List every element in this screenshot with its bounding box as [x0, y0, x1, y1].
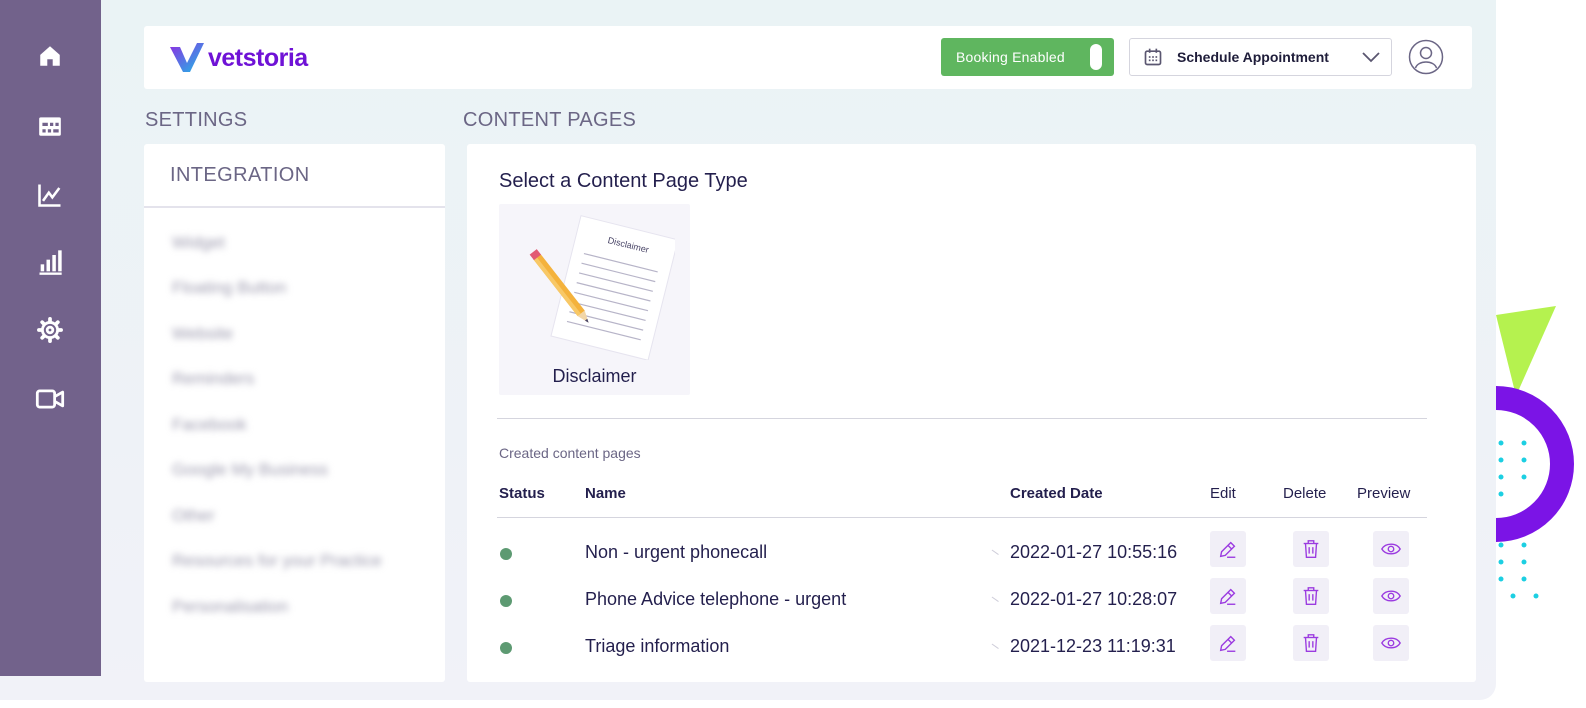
- column-header-created-date: Created Date: [1010, 485, 1103, 502]
- status-dot: [500, 642, 512, 654]
- pencil-icon: [1219, 635, 1236, 652]
- schedule-appointment-dropdown[interactable]: Schedule Appointment: [1129, 38, 1392, 76]
- table-header-divider: [497, 517, 1427, 518]
- select-content-type-title: Select a Content Page Type: [499, 170, 748, 192]
- settings-item[interactable]: Other: [172, 506, 215, 525]
- schedule-appointment-label: Schedule Appointment: [1177, 49, 1329, 65]
- created-pages-label: Created content pages: [499, 445, 641, 461]
- nav-item-video[interactable]: [34, 383, 66, 415]
- nav-item-analytics[interactable]: [34, 179, 66, 211]
- resize-mark: [991, 637, 1004, 649]
- trash-icon: [1303, 540, 1319, 558]
- pencil-icon: [1219, 541, 1236, 558]
- column-header-name: Name: [585, 485, 626, 502]
- eye-icon: [1381, 637, 1401, 649]
- row-name: Non - urgent phonecall: [585, 542, 768, 562]
- edit-button[interactable]: [1210, 531, 1246, 567]
- main-nav: [0, 0, 101, 676]
- table-row: Triage information 2021-12-23 11:19:31: [497, 625, 1427, 671]
- column-header-preview: Preview: [1357, 485, 1411, 502]
- settings-item[interactable]: Personalisation: [172, 597, 288, 616]
- disclaimer-card-label: Disclaimer: [552, 366, 637, 386]
- top-header: vetstoria Booking Enabled Schedule Appoi…: [144, 26, 1472, 89]
- settings-section-title: SETTINGS: [145, 109, 248, 131]
- eye-icon: [1381, 543, 1401, 555]
- bar-chart-icon: [39, 250, 62, 275]
- table-row: Phone Advice telephone - urgent 2022-01-…: [497, 578, 1427, 624]
- status-dot: [500, 548, 512, 560]
- delete-button[interactable]: [1293, 625, 1329, 661]
- trash-icon: [1303, 634, 1319, 652]
- settings-item[interactable]: Google My Business: [172, 460, 328, 479]
- app-window: vetstoria Booking Enabled Schedule Appoi…: [0, 0, 1496, 700]
- section-divider: [497, 418, 1427, 419]
- logo-text: vetstoria: [208, 43, 308, 72]
- settings-panel: INTEGRATION Widget Floating Button Websi…: [144, 144, 445, 682]
- edit-button[interactable]: [1210, 625, 1246, 661]
- settings-panel-title: INTEGRATION: [144, 144, 445, 208]
- nav-item-settings[interactable]: [34, 314, 66, 346]
- delete-button[interactable]: [1293, 578, 1329, 614]
- line-chart-icon: [38, 184, 61, 207]
- preview-button[interactable]: [1373, 625, 1409, 661]
- column-header-status: Status: [499, 485, 545, 502]
- booking-enabled-toggle[interactable]: Booking Enabled: [941, 38, 1114, 76]
- nav-item-calendar[interactable]: [34, 110, 66, 142]
- table-row: Non - urgent phonecall 2022-01-27 10:55:…: [497, 531, 1427, 577]
- column-header-edit: Edit: [1210, 485, 1236, 502]
- nav-item-home[interactable]: [34, 40, 66, 72]
- calendar-grid-icon: [39, 117, 61, 136]
- settings-item[interactable]: Website: [172, 324, 233, 343]
- gear-icon: [37, 317, 63, 343]
- preview-button[interactable]: [1373, 578, 1409, 614]
- settings-item[interactable]: Widget: [172, 233, 225, 252]
- row-name: Phone Advice telephone - urgent: [585, 589, 847, 609]
- settings-item[interactable]: Resources for your Practice: [172, 551, 382, 570]
- nav-item-reports[interactable]: [34, 246, 66, 278]
- video-camera-icon: [35, 389, 65, 409]
- delete-button[interactable]: [1293, 531, 1329, 567]
- status-dot: [500, 595, 512, 607]
- disclaimer-document-illustration: Disclaimer: [529, 215, 675, 360]
- row-created-date: 2022-01-27 10:28:07: [1010, 589, 1178, 609]
- disclaimer-type-card[interactable]: Disclaimer Disclaimer: [499, 204, 690, 395]
- settings-item[interactable]: Facebook: [172, 415, 247, 434]
- pencil-icon: [1219, 588, 1236, 605]
- user-avatar-icon[interactable]: [1408, 39, 1444, 75]
- settings-item[interactable]: Floating Button: [172, 278, 286, 297]
- edit-button[interactable]: [1210, 578, 1246, 614]
- preview-button[interactable]: [1373, 531, 1409, 567]
- resize-mark: [991, 543, 1004, 555]
- toggle-knob: [1090, 44, 1102, 70]
- row-created-date: 2022-01-27 10:55:16: [1010, 542, 1178, 562]
- row-created-date: 2021-12-23 11:19:31: [1010, 636, 1176, 656]
- content-pages-section-title: CONTENT PAGES: [463, 109, 637, 131]
- resize-mark: [991, 590, 1004, 602]
- home-icon: [40, 46, 60, 66]
- settings-item[interactable]: Reminders: [172, 369, 254, 388]
- row-name: Triage information: [585, 636, 730, 656]
- column-header-delete: Delete: [1283, 485, 1327, 502]
- trash-icon: [1303, 587, 1319, 605]
- chevron-down-icon: [1362, 52, 1380, 63]
- booking-enabled-label: Booking Enabled: [956, 49, 1065, 65]
- eye-icon: [1381, 590, 1401, 602]
- calendar-icon: [1144, 48, 1162, 66]
- vetstoria-logo[interactable]: vetstoria: [170, 42, 308, 74]
- content-pages-panel: Select a Content Page Type Disclaimer Di…: [467, 144, 1476, 682]
- logo-mark-icon: [170, 43, 204, 72]
